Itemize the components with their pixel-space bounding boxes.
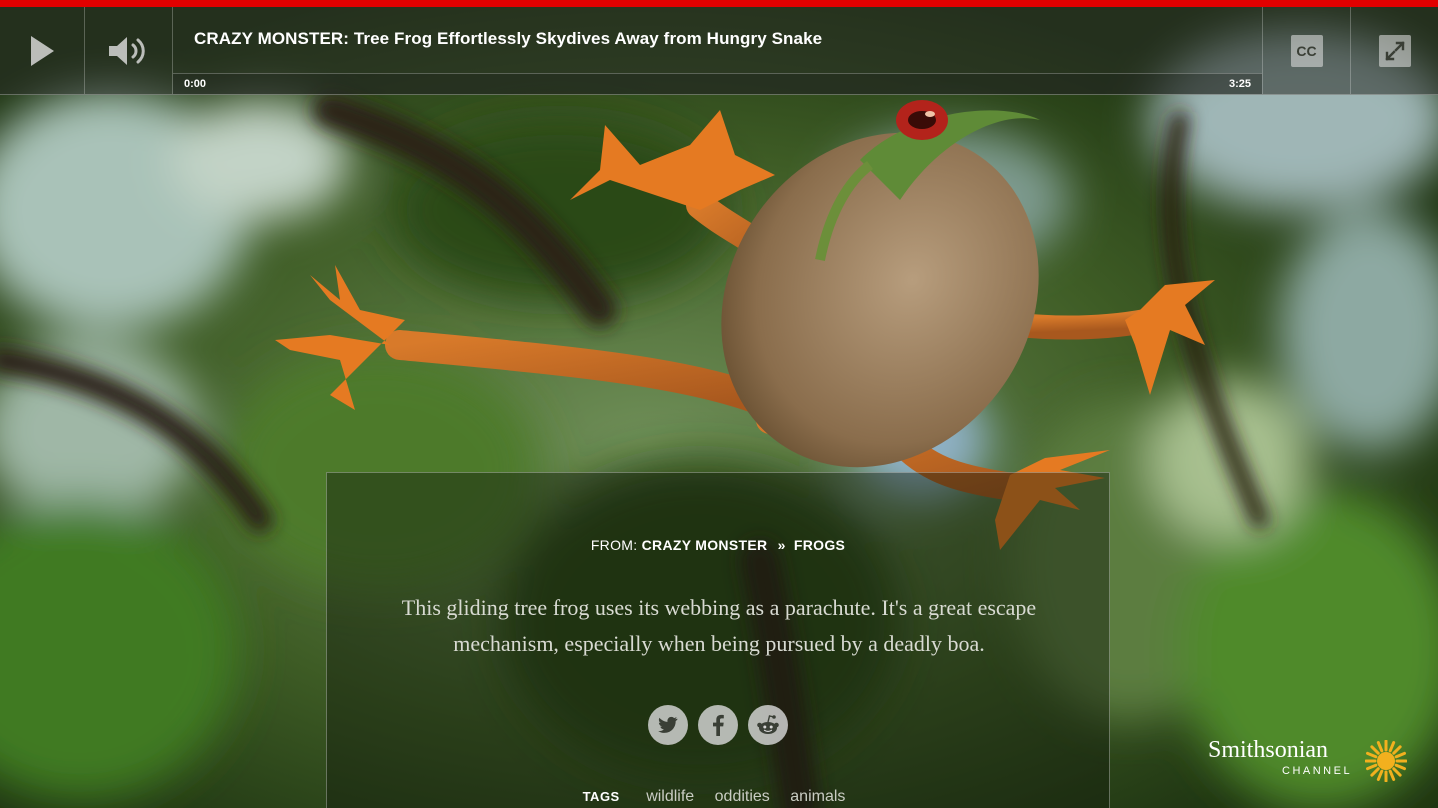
- brand-name: Smithsonian: [1208, 737, 1329, 763]
- play-button[interactable]: [0, 7, 85, 94]
- play-icon: [31, 35, 54, 66]
- volume-button[interactable]: [85, 7, 173, 94]
- breadcrumb-separator: »: [777, 537, 786, 553]
- facebook-share-button[interactable]: [698, 705, 738, 745]
- video-description: This gliding tree frog uses its webbing …: [401, 595, 1037, 656]
- category-link[interactable]: FROGS: [794, 537, 845, 553]
- sun-icon: [1365, 740, 1407, 782]
- brand-sub: CHANNEL: [1282, 765, 1353, 777]
- tags-label: TAGS: [582, 789, 620, 804]
- source-breadcrumb: FROM: CRAZY MONSTER » FROGS: [327, 537, 1109, 553]
- current-time: 0:00: [184, 78, 207, 90]
- twitter-share-button[interactable]: [648, 705, 688, 745]
- tag-link[interactable]: oddities: [715, 788, 770, 805]
- tags-row: TAGS wildlife oddities animals: [327, 788, 1109, 806]
- fullscreen-icon: [1378, 34, 1411, 67]
- fullscreen-button[interactable]: [1350, 7, 1438, 94]
- tag-link[interactable]: animals: [790, 788, 845, 805]
- closed-captions-button[interactable]: CC: [1262, 7, 1350, 94]
- progress-bar[interactable]: 0:00 3:25: [173, 73, 1262, 94]
- smithsonian-channel-logo[interactable]: Smithsonian CHANNEL: [1208, 737, 1418, 787]
- facebook-icon: [713, 714, 724, 736]
- top-accent-bar: [0, 0, 1438, 7]
- twitter-icon: [658, 716, 678, 733]
- player-controls: CRAZY MONSTER: Tree Frog Effortlessly Sk…: [0, 7, 1438, 95]
- cc-label: CC: [1290, 34, 1323, 67]
- show-link[interactable]: CRAZY MONSTER: [642, 537, 768, 553]
- volume-icon: [108, 36, 145, 65]
- from-label: FROM:: [590, 537, 638, 553]
- share-buttons: [648, 705, 788, 745]
- duration: 3:25: [1228, 78, 1251, 90]
- video-info-panel: FROM: CRAZY MONSTER » FROGS This gliding…: [326, 472, 1110, 808]
- tag-link[interactable]: wildlife: [646, 788, 694, 805]
- reddit-icon: [757, 715, 779, 734]
- reddit-share-button[interactable]: [748, 705, 788, 745]
- video-title: CRAZY MONSTER: Tree Frog Effortlessly Sk…: [194, 29, 823, 48]
